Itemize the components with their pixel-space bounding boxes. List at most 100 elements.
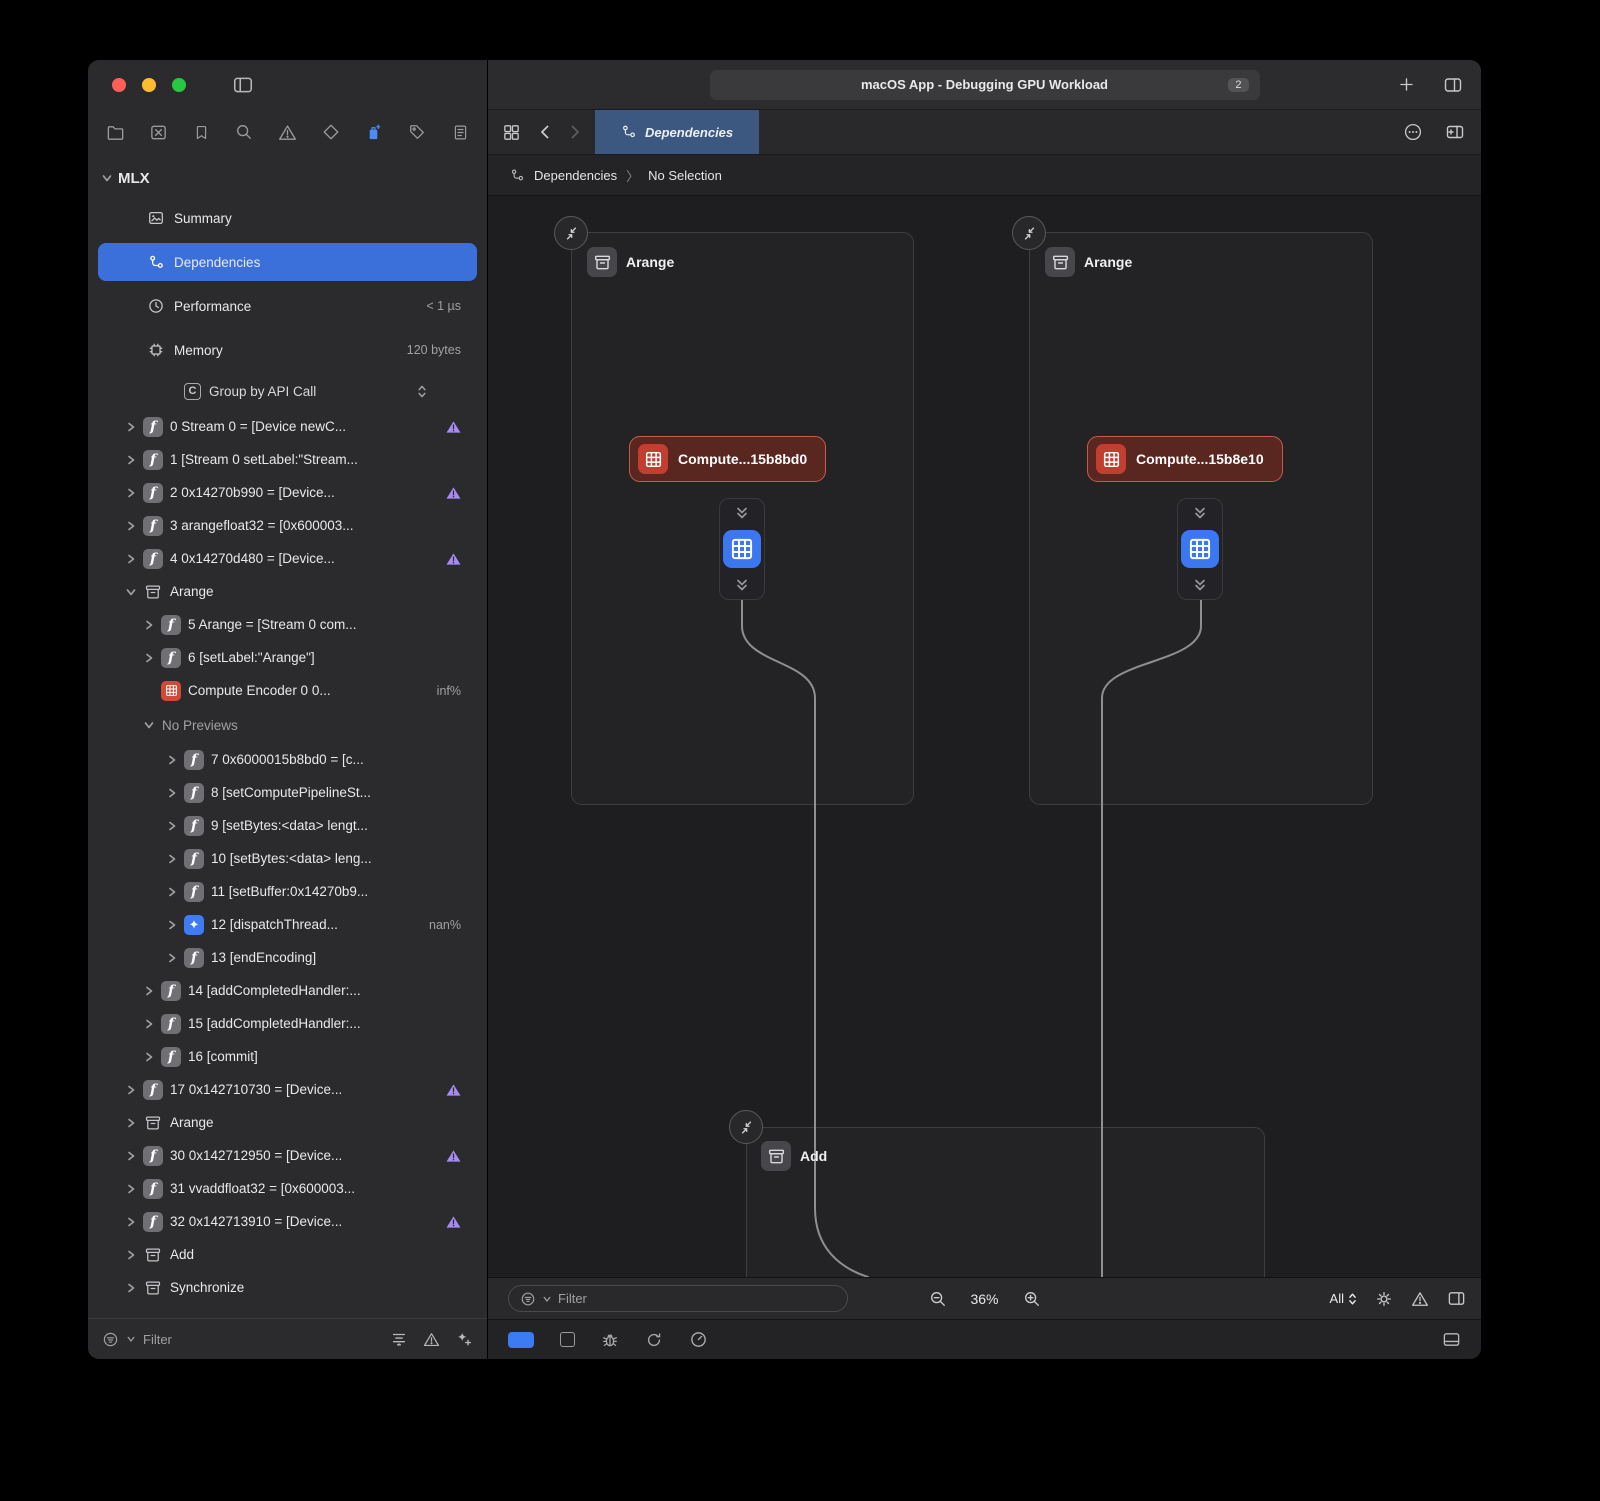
add-tab-icon[interactable]	[1398, 76, 1415, 93]
chevron-right-icon[interactable]	[124, 1085, 138, 1095]
refresh-icon[interactable]	[645, 1331, 663, 1349]
tree-row-group-by-api-call[interactable]: CGroup by API Call	[88, 372, 487, 410]
chevron-right-icon[interactable]	[142, 1052, 156, 1062]
tree-row-synchronize[interactable]: Synchronize	[88, 1271, 487, 1304]
tree-row-arange[interactable]: Arange	[88, 575, 487, 608]
collapse-group-icon[interactable]	[729, 1110, 763, 1144]
chevron-right-icon[interactable]	[165, 854, 179, 864]
chevron-right-icon[interactable]	[142, 620, 156, 630]
tree-row-add[interactable]: Add	[88, 1238, 487, 1271]
search-icon[interactable]	[231, 123, 257, 141]
window-title-area[interactable]: macOS App - Debugging GPU Workload 2	[710, 70, 1260, 100]
frame-capture-icon[interactable]	[560, 1332, 575, 1347]
zoom-level[interactable]: 36%	[970, 1291, 998, 1307]
back-icon[interactable]	[539, 124, 551, 140]
flatten-list-icon[interactable]	[390, 1330, 408, 1348]
tree-row-32-0x142713910-device[interactable]: f32 0x142713910 = [Device...	[88, 1205, 487, 1238]
bottom-panel-icon[interactable]	[1442, 1330, 1461, 1349]
chevron-right-icon[interactable]	[124, 1184, 138, 1194]
tree-row-14-addcompletedhandler[interactable]: f14 [addCompletedHandler:...	[88, 974, 487, 1007]
chevron-right-icon[interactable]	[124, 521, 138, 531]
test-diamond-icon[interactable]	[318, 123, 344, 141]
tree-row-8-setcomputepipelinest[interactable]: f8 [setComputePipelineSt...	[88, 776, 487, 809]
split-editor-icon[interactable]	[1443, 75, 1463, 95]
tree-row-16-commit[interactable]: f16 [commit]	[88, 1040, 487, 1073]
buffer-resource-node[interactable]	[1177, 498, 1223, 600]
tree-row-12-dispatchthread[interactable]: 12 [dispatchThread...nan%	[88, 908, 487, 941]
tree-row-0-stream-0-device-newc[interactable]: f0 Stream 0 = [Device newC...	[88, 410, 487, 443]
x-square-icon[interactable]	[145, 123, 171, 142]
chevron-right-icon[interactable]	[165, 920, 179, 930]
tree-row-15-addcompletedhandler[interactable]: f15 [addCompletedHandler:...	[88, 1007, 487, 1040]
tree-row-1-stream-0-setlabel-stream[interactable]: f1 [Stream 0 setLabel:"Stream...	[88, 443, 487, 476]
report-icon[interactable]	[447, 124, 473, 141]
tree-row-mlx[interactable]: MLX	[88, 160, 487, 196]
tree-row-6-setlabel-arange[interactable]: f6 [setLabel:"Arange"]	[88, 641, 487, 674]
tree-row-2-0x14270b990-device[interactable]: f2 0x14270b990 = [Device...	[88, 476, 487, 509]
chevron-down-icon[interactable]	[142, 720, 156, 730]
warning-icon[interactable]	[1411, 1290, 1429, 1308]
chevron-right-icon[interactable]	[165, 755, 179, 765]
forward-icon[interactable]	[569, 124, 581, 140]
filter-icon[interactable]	[102, 1331, 119, 1348]
buffer-resource-node[interactable]	[719, 498, 765, 600]
chevron-right-icon[interactable]	[142, 653, 156, 663]
zoom-in-icon[interactable]	[1023, 1290, 1041, 1308]
chevron-down-icon[interactable]	[124, 587, 138, 597]
zoom-out-icon[interactable]	[928, 1290, 946, 1308]
tree-row-dependencies[interactable]: Dependencies	[98, 243, 477, 281]
sidebar-filter-placeholder[interactable]: Filter	[143, 1332, 172, 1347]
breadcrumb-item-selection[interactable]: No Selection	[648, 168, 722, 183]
tree-row-11-setbuffer-0x14270b9[interactable]: f11 [setBuffer:0x14270b9...	[88, 875, 487, 908]
chevron-right-icon[interactable]	[124, 422, 138, 432]
tree-row-17-0x142710730-device[interactable]: f17 0x142710730 = [Device...	[88, 1073, 487, 1106]
tree-row-5-arange-stream-0-com[interactable]: f5 Arange = [Stream 0 com...	[88, 608, 487, 641]
runtime-warning-icon[interactable]	[446, 1149, 461, 1163]
tree-row-3-arangefloat32-0x600003[interactable]: f3 arangefloat32 = [0x600003...	[88, 509, 487, 542]
canvas-filter-field[interactable]: Filter	[508, 1285, 848, 1312]
runtime-warning-icon[interactable]	[446, 486, 461, 500]
tag-icon[interactable]	[404, 123, 430, 141]
breadcrumb-item-dependencies[interactable]: Dependencies	[534, 168, 617, 183]
sparkle-plus-icon[interactable]	[455, 1330, 473, 1348]
tree-row-31-vvaddfloat32-0x600003[interactable]: f31 vvaddfloat32 = [0x600003...	[88, 1172, 487, 1205]
chevron-right-icon[interactable]	[165, 887, 179, 897]
collapse-group-icon[interactable]	[554, 216, 588, 250]
graph-view-mode-button[interactable]	[508, 1332, 534, 1348]
dependency-graph-canvas[interactable]: Arange Arange Add Compute...15b8bd0 Comp…	[488, 196, 1481, 1277]
runtime-warning-icon[interactable]	[446, 1083, 461, 1097]
chevron-right-icon[interactable]	[124, 1151, 138, 1161]
folder-icon[interactable]	[102, 123, 128, 142]
tab-overview-icon[interactable]	[502, 123, 521, 142]
tree-row-30-0x142712950-device[interactable]: f30 0x142712950 = [Device...	[88, 1139, 487, 1172]
tree-row-memory[interactable]: Memory120 bytes	[88, 328, 487, 372]
tree-row-arange[interactable]: Arange	[88, 1106, 487, 1139]
tree-row-summary[interactable]: Summary	[88, 196, 487, 240]
chevron-right-icon[interactable]	[165, 953, 179, 963]
compute-encoder-node[interactable]: Compute...15b8bd0	[629, 436, 826, 482]
scope-popup[interactable]: All	[1330, 1291, 1357, 1306]
runtime-warning-icon[interactable]	[446, 420, 461, 434]
chevron-right-icon[interactable]	[124, 554, 138, 564]
compute-encoder-node[interactable]: Compute...15b8e10	[1087, 436, 1283, 482]
tree-row-compute-encoder-0-0[interactable]: Compute Encoder 0 0...inf%	[88, 674, 487, 707]
chevron-right-icon[interactable]	[165, 788, 179, 798]
updown-chevron-icon[interactable]	[417, 384, 427, 399]
zoom-window-button[interactable]	[172, 78, 186, 92]
runtime-warning-icon[interactable]	[446, 552, 461, 566]
tree-row-4-0x14270d480-device[interactable]: f4 0x14270d480 = [Device...	[88, 542, 487, 575]
bug-icon[interactable]	[601, 1331, 619, 1349]
minimize-window-button[interactable]	[142, 78, 156, 92]
toggle-sidebar-icon[interactable]	[232, 74, 254, 96]
collapse-group-icon[interactable]	[1012, 216, 1046, 250]
close-window-button[interactable]	[112, 78, 126, 92]
gpu-debug-icon[interactable]	[361, 123, 387, 142]
chevron-right-icon[interactable]	[142, 986, 156, 996]
chevron-right-icon[interactable]	[142, 1019, 156, 1029]
tab-dependencies[interactable]: Dependencies	[595, 110, 759, 154]
inspector-panel-icon[interactable]	[1447, 1289, 1466, 1308]
tree-row-7-0x6000015b8bd0-c[interactable]: f7 0x6000015b8bd0 = [c...	[88, 743, 487, 776]
tree-row-10-setbytes-data-leng[interactable]: f10 [setBytes:<data> leng...	[88, 842, 487, 875]
tree-row-performance[interactable]: Performance< 1 µs	[88, 284, 487, 328]
chevron-right-icon[interactable]	[124, 1250, 138, 1260]
